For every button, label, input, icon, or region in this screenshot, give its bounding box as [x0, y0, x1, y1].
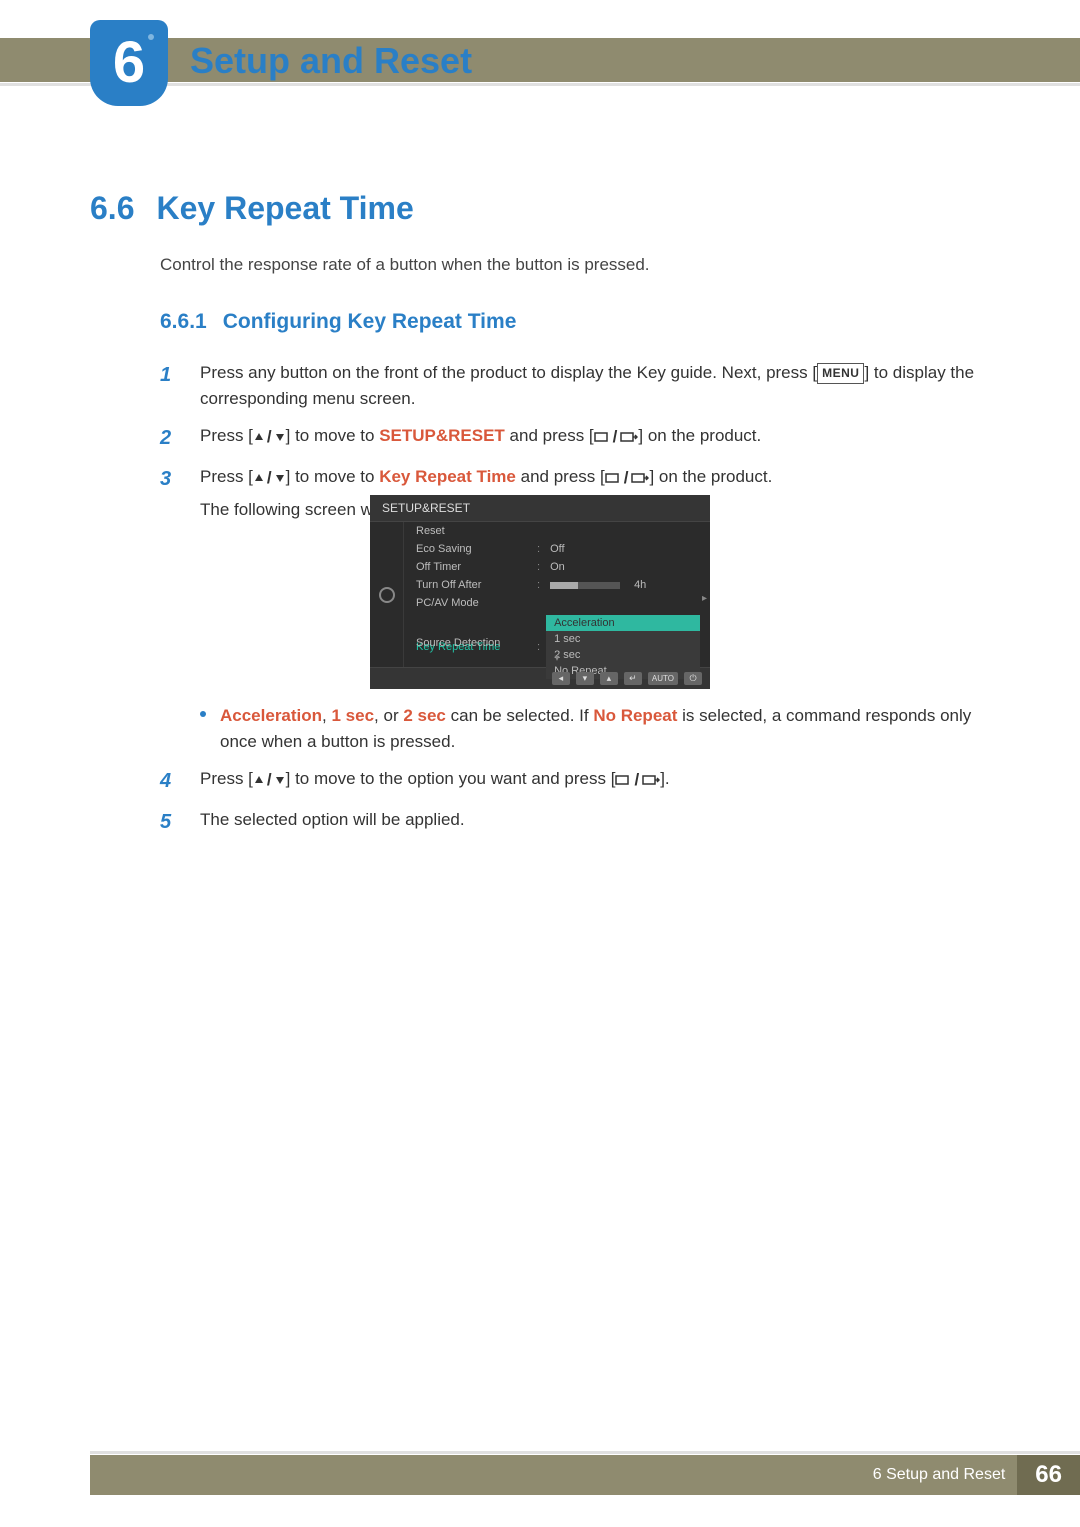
step-3-bullet: Acceleration, 1 sec, or 2 sec can be sel… [160, 695, 990, 756]
osd-auto-button: AUTO [648, 672, 678, 685]
subsection-heading: 6.6.1 Configuring Key Repeat Time [160, 310, 990, 334]
step-1-body: Press any button on the front of the pro… [200, 360, 990, 413]
chapter-badge: 6 [90, 20, 168, 106]
osd-nav-up-icon: ▴ [600, 672, 618, 685]
osd-power-icon: ⏻ [684, 672, 702, 685]
chapter-title: Setup and Reset [190, 40, 472, 82]
osd-dropdown: Acceleration 1 sec 2 sec No Repeat [546, 615, 700, 679]
step-5: 5 The selected option will be applied. [160, 807, 990, 838]
osd-row-reset: Reset [404, 522, 710, 540]
osd-title: SETUP&RESET [370, 495, 710, 522]
osd-nav-left-icon: ◂ [552, 672, 570, 685]
osd-gear-icon [370, 522, 404, 667]
page-number: 66 [1017, 1455, 1080, 1495]
osd-slider [550, 582, 620, 589]
chevron-right-icon: ▸ [702, 593, 707, 604]
osd-dropdown-item: Acceleration [546, 615, 700, 631]
menu-key-icon: MENU [817, 363, 864, 384]
subsection-title: Configuring Key Repeat Time [223, 310, 517, 334]
osd-row-eco: Eco Saving:Off [404, 540, 710, 558]
up-down-arrow-icon: / [253, 767, 286, 793]
enter-source-icon: / [594, 424, 639, 450]
osd-dropdown-item: 2 sec [546, 647, 700, 663]
enter-source-icon: / [615, 767, 660, 793]
osd-screenshot: SETUP&RESET Reset Eco Saving:Off Off Tim… [370, 495, 710, 689]
enter-source-icon: / [605, 465, 650, 491]
section-title: Key Repeat Time [156, 190, 413, 227]
osd-nav-down-icon: ▾ [576, 672, 594, 685]
subsection-number: 6.6.1 [160, 310, 207, 334]
step-2-body: Press [/] to move to SETUP&RESET and pre… [200, 423, 990, 454]
osd-row-off-timer: Off Timer:On [404, 558, 710, 576]
bullet-icon [200, 711, 206, 717]
footer-bar: 6 Setup and Reset 66 [90, 1455, 1080, 1495]
step-5-body: The selected option will be applied. [200, 807, 990, 838]
bullet-row: Acceleration, 1 sec, or 2 sec can be sel… [200, 703, 990, 756]
chapter-number: 6 [113, 34, 145, 92]
step-1: 1 Press any button on the front of the p… [160, 360, 990, 413]
section-number: 6.6 [90, 190, 134, 227]
step-4: 4 Press [/] to move to the option you wa… [160, 766, 990, 797]
osd-enter-icon: ↵ [624, 672, 642, 685]
footer-label: 6 Setup and Reset [873, 1466, 1006, 1484]
osd-dropdown-item: 1 sec [546, 631, 700, 647]
section-heading: 6.6 Key Repeat Time [90, 190, 990, 227]
up-down-arrow-icon: / [253, 424, 286, 450]
osd-row-turn-off: Turn Off After:4h [404, 576, 710, 594]
step-4-body: Press [/] to move to the option you want… [200, 766, 990, 797]
osd-row-pcav: PC/AV Mode [404, 594, 710, 612]
steps-continued: Acceleration, 1 sec, or 2 sec can be sel… [160, 685, 990, 838]
section-description: Control the response rate of a button wh… [160, 255, 990, 275]
step-2: 2 Press [/] to move to SETUP&RESET and p… [160, 423, 990, 454]
up-down-arrow-icon: / [253, 465, 286, 491]
